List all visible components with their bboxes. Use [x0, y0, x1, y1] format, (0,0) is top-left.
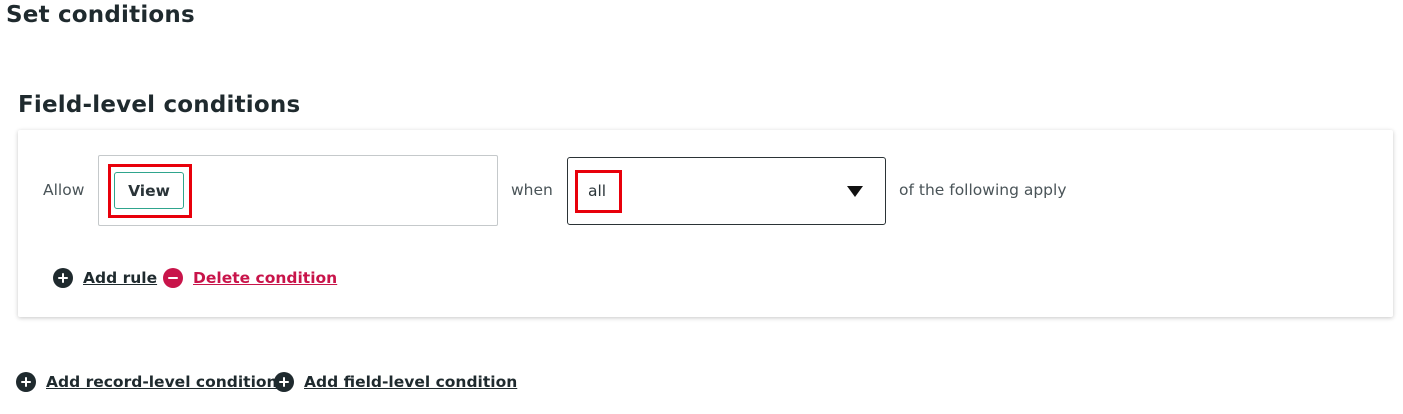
add-record-level-label: Add record-level condition [46, 373, 278, 391]
plus-circle-icon [274, 372, 294, 392]
following-apply-label: of the following apply [899, 181, 1067, 199]
add-record-level-condition-link[interactable]: Add record-level condition [16, 372, 278, 392]
match-type-select[interactable]: all [567, 157, 886, 225]
add-rule-label: Add rule [83, 269, 158, 287]
field-level-condition-card: Allow View when all of the following app… [18, 130, 1393, 317]
allow-label: Allow [43, 181, 85, 199]
add-field-level-condition-link[interactable]: Add field-level condition [274, 372, 517, 392]
delete-condition-label: Delete condition [193, 269, 338, 287]
page: Set conditions Field-level conditions Al… [0, 0, 1403, 414]
caret-down-icon [847, 186, 863, 197]
section-title-field-level: Field-level conditions [18, 92, 301, 118]
delete-condition-link[interactable]: Delete condition [163, 268, 337, 288]
add-field-level-label: Add field-level condition [304, 373, 518, 391]
minus-circle-icon [163, 268, 183, 288]
page-title: Set conditions [6, 2, 195, 28]
when-label: when [511, 181, 553, 199]
highlight-box-chip [108, 164, 192, 218]
plus-circle-icon [53, 268, 73, 288]
add-rule-link[interactable]: Add rule [53, 268, 157, 288]
plus-circle-icon [16, 372, 36, 392]
highlight-box-select [575, 170, 622, 213]
permission-chip-field[interactable]: View [98, 155, 498, 226]
